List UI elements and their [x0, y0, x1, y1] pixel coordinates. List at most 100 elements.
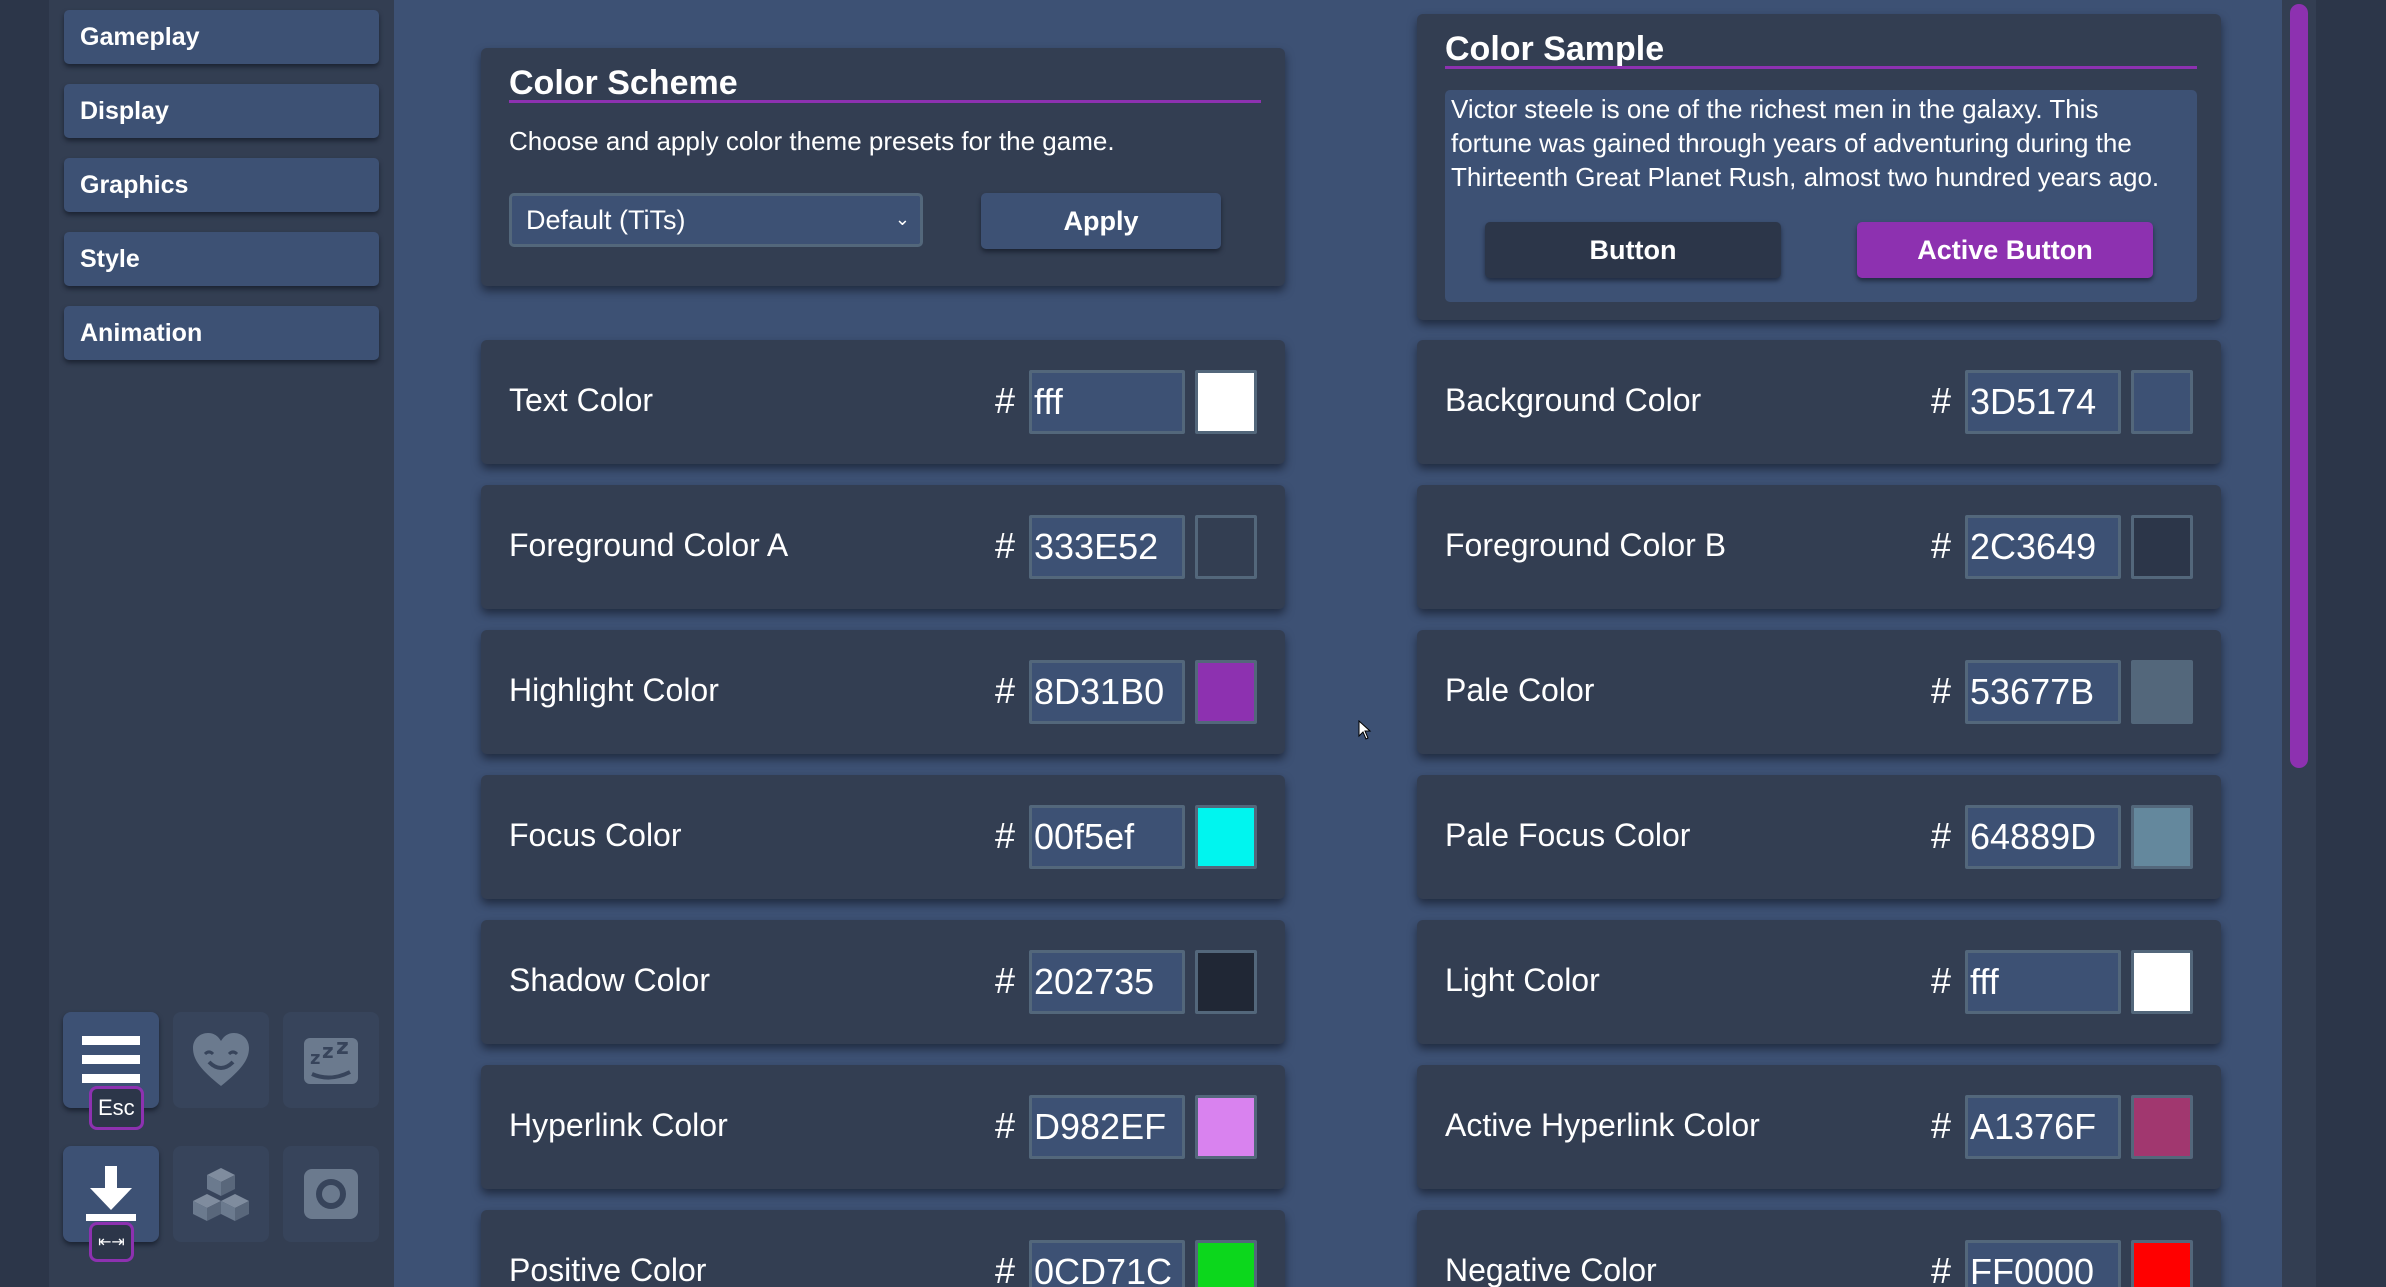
- color-sample-title: Color Sample: [1445, 30, 1665, 68]
- hex-input-active-hyperlink-color[interactable]: A1376F: [1965, 1095, 2121, 1159]
- hex-input-text-color[interactable]: fff: [1029, 370, 1185, 434]
- color-swatch-focus-color[interactable]: [1195, 805, 1257, 869]
- color-scheme-description: Choose and apply color theme presets for…: [509, 126, 1115, 156]
- settings-screen: Gameplay Display Graphics Style Animatio…: [0, 0, 2386, 1287]
- hex-input-background-color[interactable]: 3D5174: [1965, 370, 2121, 434]
- hex-input-positive-color[interactable]: 0CD71C: [1029, 1240, 1185, 1287]
- favorites-button[interactable]: [173, 1012, 269, 1108]
- apply-button[interactable]: Apply: [981, 193, 1221, 249]
- color-swatch-active-hyperlink-color[interactable]: [2131, 1095, 2193, 1159]
- color-swatch-foreground-color-b[interactable]: [2131, 515, 2193, 579]
- color-row-label: Foreground Color B: [1445, 527, 1727, 563]
- color-row-label: Shadow Color: [509, 962, 710, 998]
- hash-symbol: #: [995, 815, 1016, 856]
- sidebar-item-label: Display: [80, 96, 169, 125]
- hash-symbol: #: [1931, 815, 1952, 856]
- color-swatch-positive-color[interactable]: [1195, 1240, 1257, 1287]
- hash-symbol: #: [1931, 960, 1952, 1001]
- camera-icon: [304, 1169, 358, 1219]
- sidebar-item-style[interactable]: Style: [64, 232, 379, 286]
- color-row-label: Background Color: [1445, 382, 1702, 418]
- esc-key-badge: Esc: [89, 1086, 144, 1130]
- hex-input-hyperlink-color[interactable]: D982EF: [1029, 1095, 1185, 1159]
- sidebar: Gameplay Display Graphics Style Animatio…: [49, 0, 394, 1287]
- camera-button[interactable]: [283, 1146, 379, 1242]
- hex-input-highlight-color[interactable]: 8D31B0: [1029, 660, 1185, 724]
- hash-symbol: #: [995, 1250, 1016, 1287]
- sidebar-item-label: Style: [80, 244, 140, 273]
- sidebar-item-animation[interactable]: Animation: [64, 306, 379, 360]
- title-underline: [1445, 66, 2197, 69]
- color-swatch-pale-color[interactable]: [2131, 660, 2193, 724]
- inventory-button[interactable]: [173, 1146, 269, 1242]
- hex-input-negative-color[interactable]: FF0000: [1965, 1240, 2121, 1287]
- color-swatch-foreground-color-a[interactable]: [1195, 515, 1257, 579]
- sample-button[interactable]: Button: [1485, 222, 1781, 278]
- sleep-button[interactable]: z z z: [283, 1012, 379, 1108]
- hex-input-pale-focus-color[interactable]: 64889D: [1965, 805, 2121, 869]
- color-row-pale-color: Pale Color #53677B: [1417, 630, 2221, 754]
- sidebar-item-graphics[interactable]: Graphics: [64, 158, 379, 212]
- color-row-highlight-color: Highlight Color #8D31B0: [481, 630, 1285, 754]
- hash-symbol: #: [995, 525, 1016, 566]
- right-edge: [2316, 0, 2386, 1287]
- sidebar-item-gameplay[interactable]: Gameplay: [64, 10, 379, 64]
- svg-text:z: z: [322, 1039, 334, 1063]
- color-swatch-shadow-color[interactable]: [1195, 950, 1257, 1014]
- color-row-active-hyperlink-color: Active Hyperlink Color # A1376F: [1417, 1065, 2221, 1189]
- color-swatch-negative-color[interactable]: [2131, 1240, 2193, 1287]
- color-row-label: Negative Color: [1445, 1252, 1657, 1287]
- color-row-label: Text Color: [509, 382, 654, 418]
- hash-symbol: #: [1931, 525, 1952, 566]
- color-swatch-hyperlink-color[interactable]: [1195, 1095, 1257, 1159]
- hex-input-pale-color[interactable]: 53677B: [1965, 660, 2121, 724]
- color-swatch-light-color[interactable]: [2131, 950, 2193, 1014]
- title-underline: [509, 100, 1261, 103]
- preset-select[interactable]: Default (TiTs) ⌄: [509, 193, 923, 247]
- hex-input-focus-color[interactable]: 00f5ef: [1029, 805, 1185, 869]
- hex-input-foreground-color-b[interactable]: 2C3649: [1965, 515, 2121, 579]
- color-row-label: Hyperlink Color: [509, 1107, 728, 1143]
- color-row-label: Focus Color: [509, 817, 682, 853]
- scrollbar-thumb[interactable]: [2290, 4, 2308, 768]
- color-swatch-background-color[interactable]: [2131, 370, 2193, 434]
- save-key-badge: ⇤⇥: [89, 1222, 134, 1262]
- color-row-label: Positive Color: [509, 1252, 707, 1287]
- mouse-cursor-icon: [1358, 720, 1372, 740]
- color-row-label: Foreground Color A: [509, 527, 789, 563]
- sample-panel: Victor steele is one of the richest men …: [1445, 90, 2197, 302]
- preset-select-value: Default (TiTs): [526, 204, 686, 235]
- color-row-label: Pale Focus Color: [1445, 817, 1691, 853]
- sample-active-button[interactable]: Active Button: [1857, 222, 2153, 278]
- sidebar-item-label: Graphics: [80, 170, 189, 199]
- sample-paragraph: Victor steele is one of the richest men …: [1451, 94, 2160, 192]
- hash-symbol: #: [995, 380, 1016, 421]
- color-row-text-color: Text Color # fff: [481, 340, 1285, 464]
- color-swatch-text-color[interactable]: [1195, 370, 1257, 434]
- hamburger-menu-icon: [82, 1036, 140, 1083]
- hex-input-light-color[interactable]: fff: [1965, 950, 2121, 1014]
- svg-text:z: z: [336, 1035, 349, 1060]
- hash-symbol: #: [995, 670, 1016, 711]
- color-row-label: Highlight Color: [509, 672, 719, 708]
- hex-input-shadow-color[interactable]: 202735: [1029, 950, 1185, 1014]
- sidebar-item-display[interactable]: Display: [64, 84, 379, 138]
- color-row-background-color: Background Color #3D5174: [1417, 340, 2221, 464]
- cubes-icon: [193, 1168, 249, 1221]
- sidebar-item-label: Gameplay: [80, 22, 200, 51]
- color-row-foreground-color-a: Foreground Color A #333E52: [481, 485, 1285, 609]
- color-row-pale-focus-color: Pale Focus Color #64889D: [1417, 775, 2221, 899]
- hash-symbol: #: [1931, 380, 1952, 421]
- color-row-positive-color: Positive Color #0CD71C: [481, 1210, 1285, 1287]
- sleep-zzz-icon: z z z: [304, 1035, 358, 1084]
- hash-symbol: #: [1931, 1105, 1952, 1146]
- svg-text:z: z: [310, 1048, 320, 1069]
- heart-face-icon: [193, 1033, 249, 1086]
- color-scheme-card: Color Scheme Choose and apply color them…: [481, 48, 1285, 286]
- download-icon: [86, 1166, 136, 1221]
- sidebar-item-label: Animation: [80, 318, 203, 347]
- color-swatch-pale-focus-color[interactable]: [2131, 805, 2193, 869]
- color-swatch-highlight-color[interactable]: [1195, 660, 1257, 724]
- hex-input-foreground-color-a[interactable]: 333E52: [1029, 515, 1185, 579]
- left-edge: [0, 0, 49, 1287]
